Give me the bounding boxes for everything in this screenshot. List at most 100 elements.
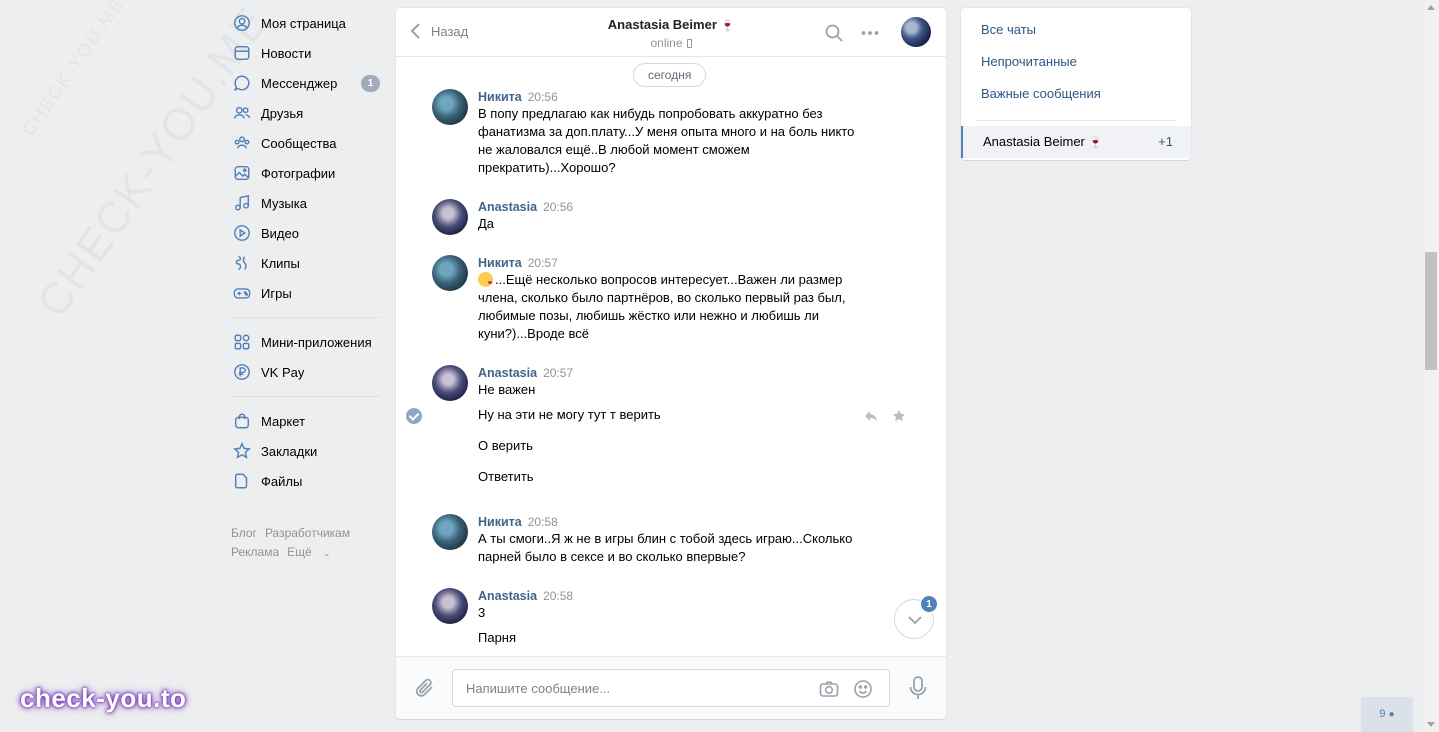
clips-icon — [232, 253, 252, 273]
message-group[interactable]: Никита 20:56 В попу предлагаю как нибудь … — [432, 89, 912, 177]
message-author[interactable]: Anastasia — [478, 366, 537, 380]
message-time[interactable]: 20:58 — [528, 515, 558, 529]
nav-video[interactable]: Видео — [228, 218, 380, 248]
peer-avatar[interactable] — [901, 17, 931, 47]
peer-status-text: online — [650, 36, 683, 50]
message-history[interactable]: сегодня Никита 20:56 В попу предлагаю как… — [396, 58, 946, 656]
message-time[interactable]: 20:57 — [543, 366, 573, 380]
shopping-bag-icon — [232, 411, 252, 431]
message-select-check-icon[interactable] — [406, 408, 422, 424]
nav-label: Музыка — [261, 195, 307, 211]
message-time[interactable]: 20:57 — [528, 256, 558, 270]
scroll-to-bottom-button[interactable]: 1 — [894, 595, 938, 639]
message-text: Да — [478, 215, 912, 233]
message-line: прекратить)...Хорошо? — [478, 160, 616, 175]
avatar[interactable] — [432, 365, 468, 401]
watermark-small: CHECK-YOU.ME — [18, 0, 129, 140]
more-icon[interactable] — [860, 23, 880, 43]
nav-files[interactable]: Файлы — [228, 466, 380, 496]
message-time[interactable]: 20:56 — [528, 90, 558, 104]
message-continuation[interactable]: О верить — [478, 438, 533, 453]
message-line: куни?)...Вроде всё — [478, 326, 589, 341]
message-time[interactable]: 20:56 — [543, 200, 573, 214]
nav-my-page[interactable]: Моя страница — [228, 8, 380, 38]
scrollbar-thumb[interactable] — [1425, 252, 1437, 370]
nav-vk-pay[interactable]: VK Pay — [228, 357, 380, 387]
nav-music[interactable]: Музыка — [228, 188, 380, 218]
reply-icon[interactable] — [864, 409, 878, 423]
filter-important[interactable]: Важные сообщения — [961, 78, 1191, 110]
filter-unread[interactable]: Непрочитанные — [961, 46, 1191, 78]
message-group[interactable]: Anastasia 20:58 3 — [432, 588, 912, 624]
user-circle-icon — [232, 13, 252, 33]
camera-icon[interactable] — [819, 679, 839, 699]
search-icon[interactable] — [824, 23, 844, 43]
message-text: В попу предлагаю как нибудь попробовать … — [478, 105, 912, 177]
scroll-up-arrow-icon[interactable] — [1427, 5, 1435, 10]
unread-badge: 1 — [920, 595, 938, 613]
nav-bookmarks[interactable]: Закладки — [228, 436, 380, 466]
message-author[interactable]: Anastasia — [478, 589, 537, 603]
message-input[interactable] — [453, 670, 793, 706]
microphone-icon[interactable] — [908, 675, 928, 701]
active-chat-count: +1 — [1158, 134, 1173, 149]
nav-news[interactable]: Новости — [228, 38, 380, 68]
message-continuation[interactable]: Ответить — [478, 469, 534, 484]
nav-market[interactable]: Маркет — [228, 406, 380, 436]
communities-icon — [232, 133, 252, 153]
avatar[interactable] — [432, 255, 468, 291]
avatar[interactable] — [432, 89, 468, 125]
nav-photos[interactable]: Фотографии — [228, 158, 380, 188]
message-line: ...Ещё несколько вопросов интересует...В… — [495, 272, 843, 287]
nav-mini-apps[interactable]: Мини-приложения — [228, 327, 380, 357]
message-group[interactable]: Anastasia 20:56 Да — [432, 199, 912, 235]
nav-friends[interactable]: Друзья — [228, 98, 380, 128]
avatar[interactable] — [432, 588, 468, 624]
chat-bubble-icon — [232, 73, 252, 93]
smile-icon[interactable] — [853, 679, 873, 699]
page-scrollbar[interactable] — [1423, 0, 1439, 732]
message-continuation[interactable]: Ну на эти не могу тут т верить — [478, 407, 661, 422]
message-group[interactable]: Anastasia 20:57 Не важен — [432, 365, 912, 401]
message-line: 3 — [478, 605, 486, 620]
message-time[interactable]: 20:58 — [543, 589, 573, 603]
avatar[interactable] — [432, 199, 468, 235]
nav-games[interactable]: Игры — [228, 278, 380, 308]
nav-communities[interactable]: Сообщества — [228, 128, 380, 158]
nav-label: Фотографии — [261, 165, 336, 181]
active-chat-item[interactable]: Anastasia Beimer 🍷 +1 — [961, 126, 1191, 158]
star-icon[interactable] — [892, 409, 906, 423]
footer-more-link[interactable]: Ещё ⌄ — [287, 545, 338, 559]
message-author[interactable]: Никита — [478, 515, 522, 529]
music-note-icon — [232, 193, 252, 213]
message-text: ...Ещё несколько вопросов интересует...В… — [478, 271, 912, 343]
file-icon — [232, 471, 252, 491]
nav-label: Моя страница — [261, 15, 346, 31]
nav-messenger[interactable]: Мессенджер 1 — [228, 68, 380, 98]
message-group[interactable]: Никита 20:57 ...Ещё несколько вопросов ин… — [432, 255, 912, 343]
nav-label: Клипы — [261, 255, 300, 271]
chat-panel: Назад Anastasia Beimer 🍷 online сегодня … — [396, 8, 946, 719]
message-group[interactable]: Никита 20:58 А ты смоги..Я ж не в игры бл… — [432, 514, 912, 566]
message-author[interactable]: Anastasia — [478, 200, 537, 214]
message-continuation[interactable]: Парня — [478, 630, 516, 645]
grid-icon — [232, 332, 252, 352]
nav-label: VK Pay — [261, 364, 305, 380]
footer-blog-link[interactable]: Блог — [231, 526, 257, 540]
nav-clips[interactable]: Клипы — [228, 248, 380, 278]
wine-glass-emoji: 🍷 — [1088, 137, 1103, 149]
scroll-down-arrow-icon[interactable] — [1427, 722, 1435, 727]
paperclip-icon[interactable] — [414, 677, 436, 699]
nav-label: Маркет — [261, 413, 306, 429]
nav-label: Игры — [261, 285, 292, 301]
filter-all-chats[interactable]: Все чаты — [961, 14, 1191, 46]
footer-ads-link[interactable]: Реклама — [231, 545, 279, 559]
avatar[interactable] — [432, 514, 468, 550]
chat-header: Назад Anastasia Beimer 🍷 online — [396, 8, 946, 57]
footer-developers-link[interactable]: Разработчикам — [265, 526, 350, 540]
nav-label: Файлы — [261, 473, 303, 489]
message-author[interactable]: Никита — [478, 90, 522, 104]
message-author[interactable]: Никита — [478, 256, 522, 270]
online-friends-button[interactable]: 9 ● — [1361, 697, 1413, 732]
footer-more-label: Ещё — [287, 545, 312, 559]
